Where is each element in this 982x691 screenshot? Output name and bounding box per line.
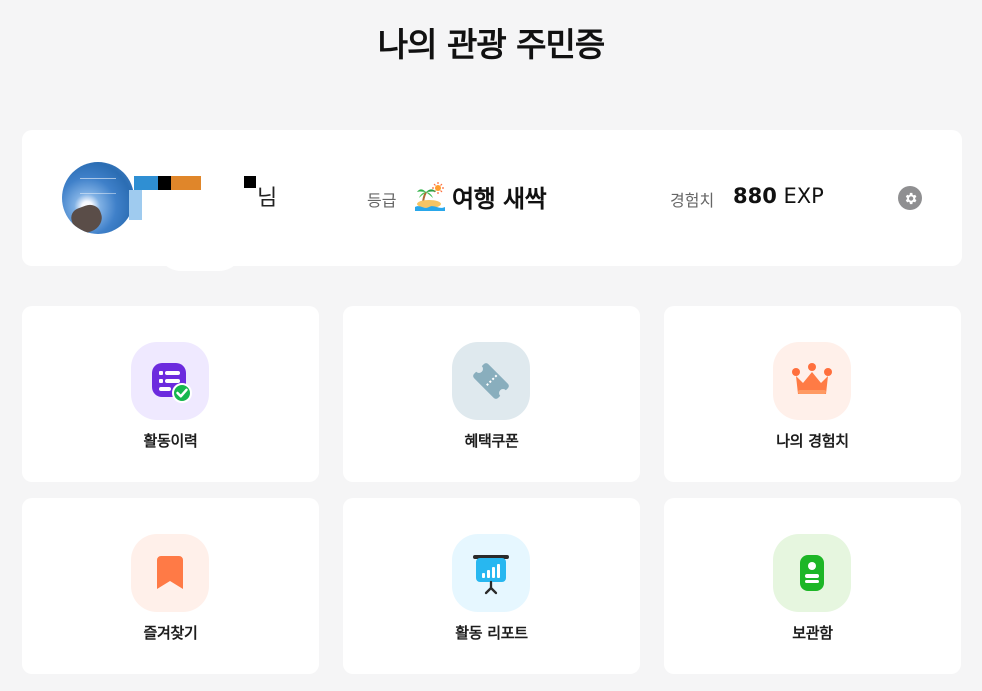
menu-card-storage[interactable]: 보관함 (664, 498, 961, 674)
name-redaction-white (157, 247, 243, 271)
exp-number: 880 (733, 184, 777, 208)
icon-container (452, 534, 530, 612)
menu-label-my-exp: 나의 경험치 (776, 432, 849, 450)
exp-value: 880 EXP (733, 184, 824, 208)
icon-container (773, 534, 851, 612)
page-title: 나의 관광 주민증 (377, 25, 606, 64)
exp-label: 경험치 (670, 191, 715, 210)
profile-card: 님 등급 여행 새싹 경험치 880 EXP (22, 130, 962, 271)
menu-card-coupon[interactable]: 혜택쿠폰 (343, 306, 640, 482)
menu-card-my-exp[interactable]: 나의 경험치 (664, 306, 961, 482)
name-redaction-black (158, 176, 171, 190)
menu-label-activity-history: 활동이력 (143, 432, 198, 450)
menu-card-bookmarks[interactable]: 즐겨찾기 (22, 498, 319, 674)
wallet-card-icon (800, 555, 824, 591)
menu-card-activity-report[interactable]: 활동 리포트 (343, 498, 640, 674)
island-grade-icon (415, 182, 445, 211)
report-presentation-icon (473, 555, 509, 595)
name-redaction-dot (244, 176, 256, 188)
exp-unit: EXP (783, 184, 824, 208)
menu-label-coupon: 혜택쿠폰 (464, 432, 519, 450)
name-suffix: 님 (257, 186, 278, 211)
name-redaction-lightblue (129, 190, 142, 220)
avatar[interactable] (62, 162, 134, 234)
menu-card-activity-history[interactable]: 활동이력 (22, 306, 319, 482)
coupon-ticket-icon (473, 363, 509, 399)
menu-label-activity-report: 활동 리포트 (455, 624, 528, 642)
icon-container (131, 534, 209, 612)
name-redaction-orange (171, 176, 201, 190)
avatar-text-decoration (80, 178, 116, 194)
activity-history-icon (152, 363, 192, 403)
menu-label-bookmarks: 즐겨찾기 (143, 624, 198, 642)
icon-container (131, 342, 209, 420)
icon-container (452, 342, 530, 420)
settings-button[interactable] (898, 186, 922, 210)
grade-value: 여행 새싹 (452, 185, 547, 213)
name-redaction-blue (134, 176, 158, 190)
menu-label-storage: 보관함 (792, 624, 833, 642)
bookmark-icon (157, 556, 183, 589)
grade-label: 등급 (367, 191, 397, 210)
crown-icon (792, 363, 832, 394)
gear-icon (905, 192, 916, 204)
avatar-hand-silhouette (68, 201, 106, 234)
icon-container (773, 342, 851, 420)
